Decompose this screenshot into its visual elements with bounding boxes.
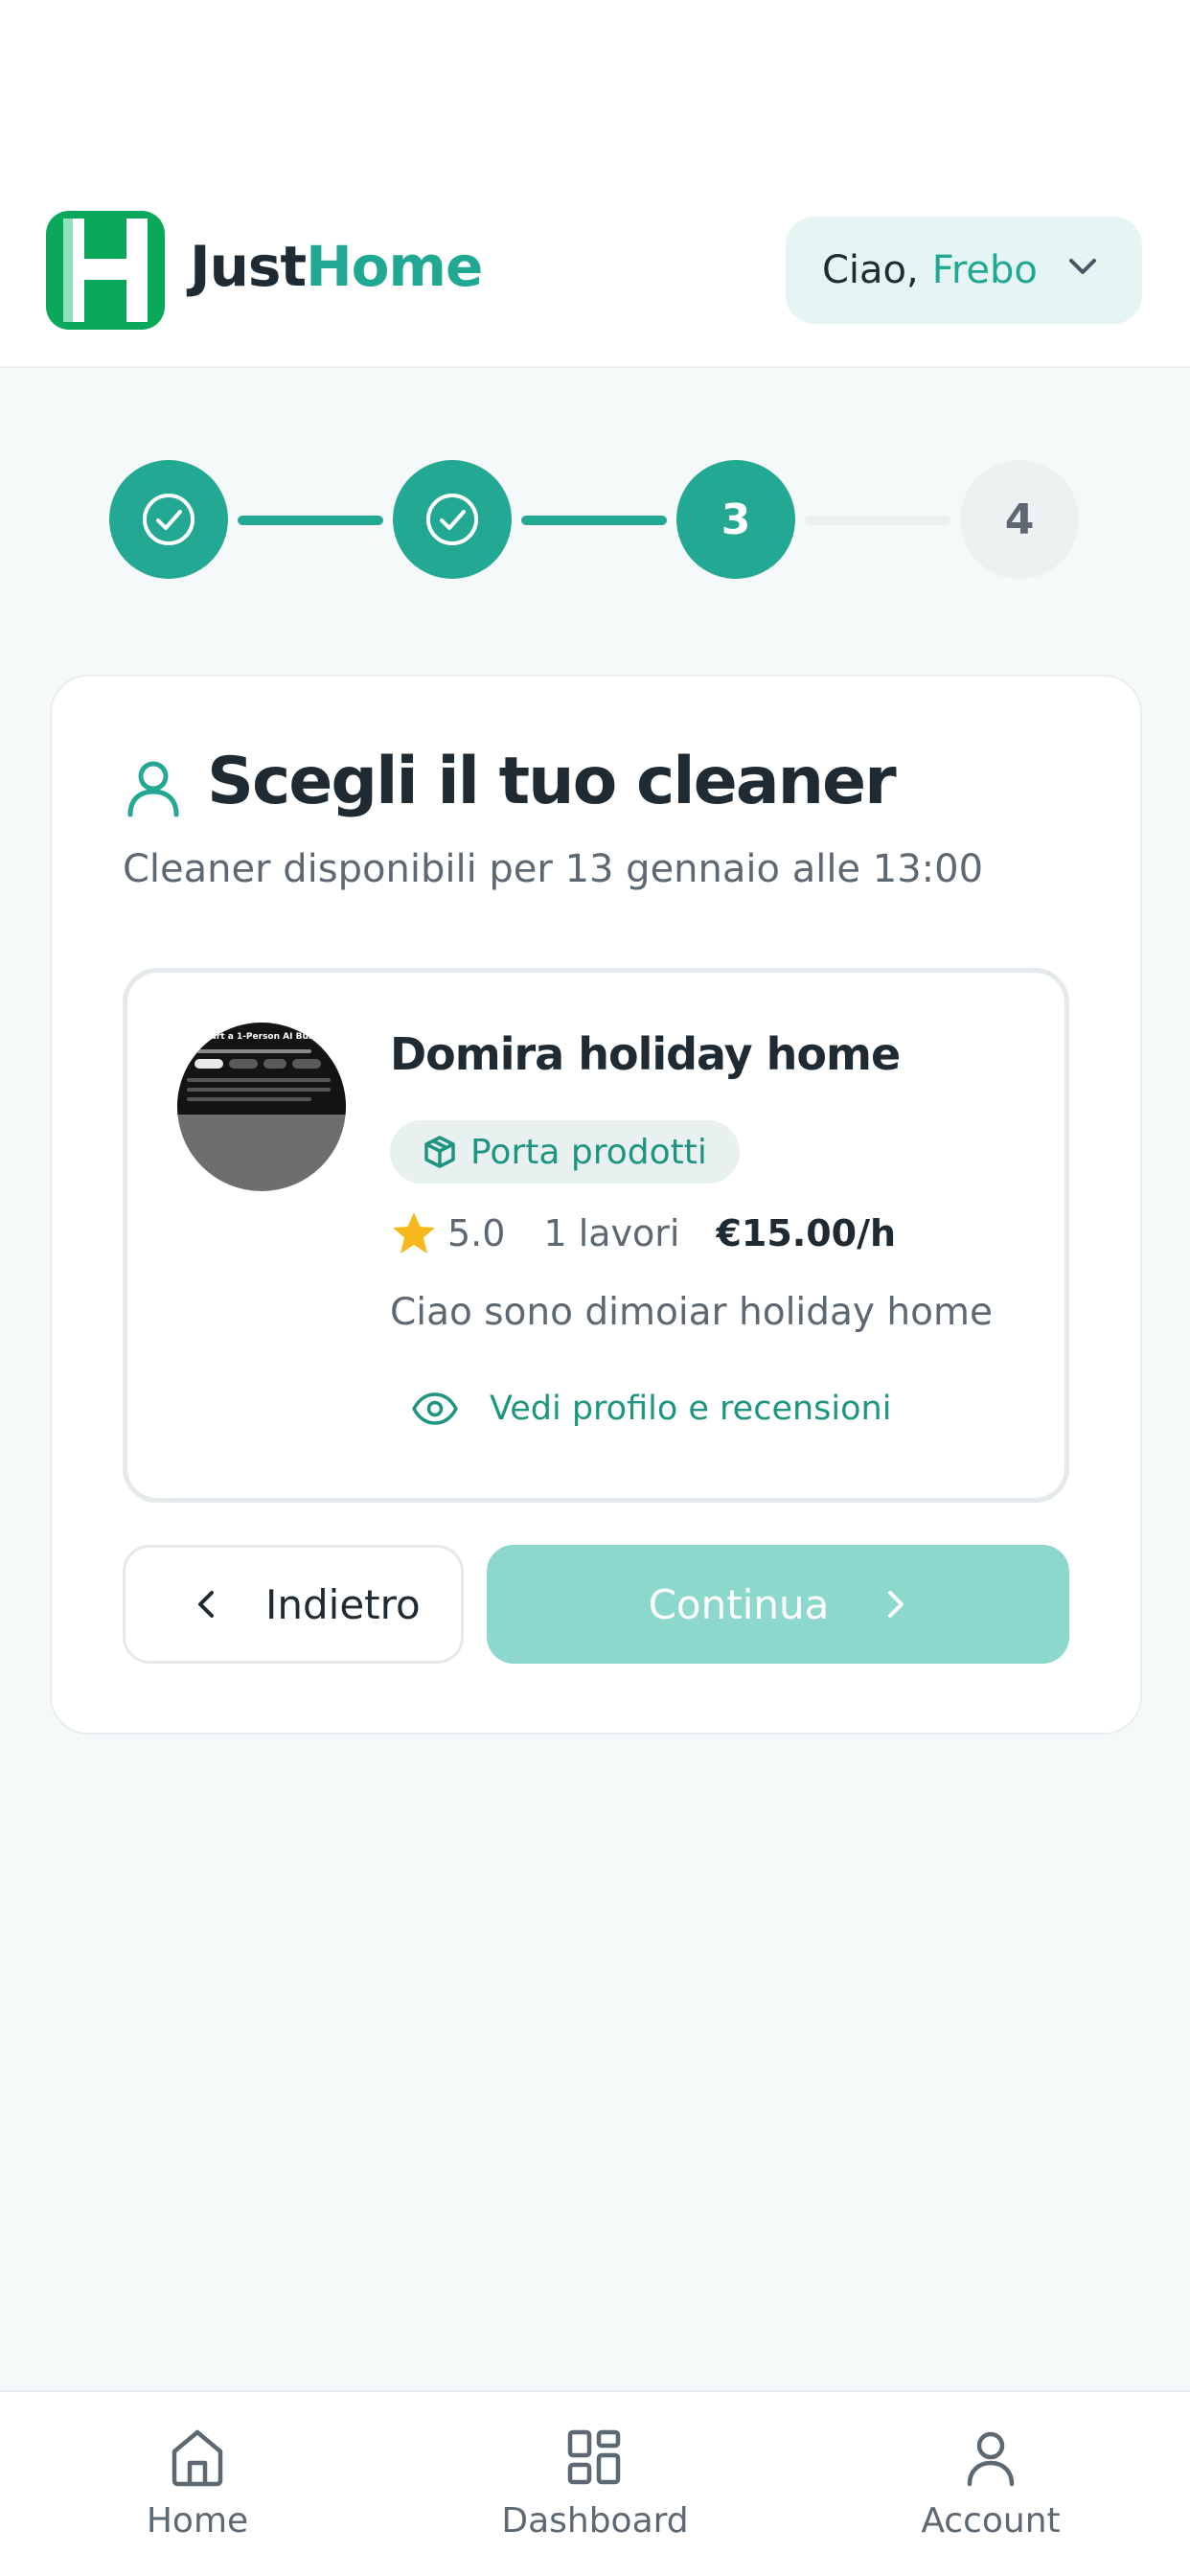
dashboard-grid-icon — [567, 2429, 621, 2485]
check-circle-icon — [426, 494, 478, 545]
step-connector-3 — [805, 516, 950, 525]
check-circle-icon — [143, 494, 195, 545]
nav-home-label: Home — [146, 2501, 249, 2541]
page-subtitle: Cleaner disponibili per 13 gennaio alle … — [123, 847, 984, 891]
home-icon — [172, 2429, 223, 2487]
account-icon — [967, 2431, 1015, 2487]
justhome-logo[interactable] — [46, 211, 165, 330]
brand-name-part-1: Just — [190, 234, 307, 299]
view-profile-label: Vedi profilo e recensioni — [490, 1390, 892, 1428]
cleaner-option[interactable]: Start a 1-Person AI Business Domira holi… — [123, 968, 1069, 1503]
cleaner-rating: 5.0 — [447, 1212, 506, 1254]
back-button-label: Indietro — [265, 1580, 421, 1628]
user-menu-button[interactable]: Ciao, Frebo — [786, 217, 1142, 324]
cleaner-jobs: 1 lavori — [543, 1212, 680, 1254]
chevron-right-icon — [888, 1591, 904, 1618]
step-connector-2 — [521, 516, 667, 525]
view-profile-link[interactable]: Vedi profilo e recensioni — [411, 1375, 891, 1442]
app-header: JustHome Ciao, Frebo — [0, 172, 1190, 368]
cleaner-avatar: Start a 1-Person AI Business — [177, 1023, 346, 1191]
cleaner-selection-card: Scegli il tuo cleaner Cleaner disponibil… — [50, 675, 1142, 1735]
bottom-navigation: Home Dashboard Account — [0, 2390, 1190, 2576]
step-3: 3 — [676, 460, 795, 579]
cleaner-price: €15.00/h — [716, 1212, 897, 1254]
continue-button-label: Continua — [648, 1580, 830, 1628]
step-1 — [109, 460, 228, 579]
nav-dashboard[interactable]: Dashboard — [451, 2426, 739, 2561]
nav-account[interactable]: Account — [847, 2426, 1134, 2561]
package-icon — [424, 1136, 455, 1168]
step-4: 4 — [960, 460, 1079, 579]
nav-dashboard-label: Dashboard — [501, 2501, 689, 2541]
user-name: Frebo — [931, 248, 1038, 292]
brand-name-part-2: Home — [306, 234, 483, 299]
step-2 — [393, 460, 512, 579]
cleaner-name: Domira holiday home — [390, 1028, 901, 1080]
nav-home[interactable]: Home — [54, 2426, 341, 2561]
brand-name: JustHome — [190, 234, 483, 299]
nav-account-label: Account — [921, 2501, 1061, 2541]
cleaner-description: Ciao sono dimoiar holiday home — [390, 1291, 993, 1334]
products-badge: Porta prodotti — [390, 1120, 740, 1184]
page-title: Scegli il tuo cleaner — [207, 744, 897, 819]
chevron-left-icon — [198, 1591, 214, 1618]
products-badge-label: Porta prodotti — [470, 1132, 707, 1172]
user-icon — [127, 761, 179, 817]
back-button[interactable]: Indietro — [123, 1545, 464, 1664]
step-connector-1 — [238, 516, 383, 525]
eye-icon — [412, 1392, 458, 1425]
booking-stepper: 3 4 — [0, 460, 1190, 581]
user-greeting: Ciao, — [822, 248, 919, 292]
status-bar-area — [0, 0, 1190, 172]
avatar-caption: Start a 1-Person AI Business — [200, 1032, 325, 1042]
continue-button[interactable]: Continua — [487, 1545, 1069, 1664]
star-icon — [393, 1212, 435, 1254]
cleaner-meta: 5.0 1 lavori €15.00/h — [390, 1207, 896, 1260]
chevron-down-icon — [1069, 259, 1096, 274]
